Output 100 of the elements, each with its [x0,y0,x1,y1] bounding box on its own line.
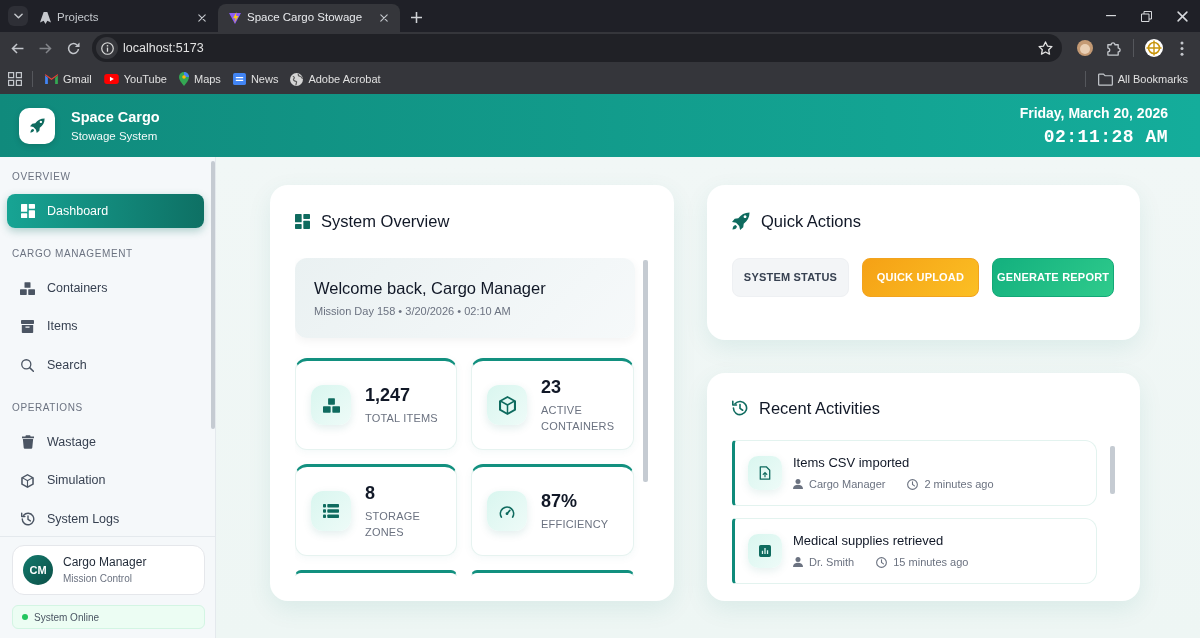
activity-item[interactable]: Items CSV imported Cargo Manager 2 minutes ago [732,440,1097,506]
star-icon[interactable] [1038,41,1053,55]
stat-label: STORAGE ZONES [365,509,421,540]
activity-time: 15 minutes ago [893,555,969,569]
reload-icon[interactable] [66,41,80,55]
rocket-icon [732,212,750,230]
history-icon [732,400,748,416]
user-icon [793,557,803,567]
plus-icon[interactable] [411,12,422,23]
puzzle-icon[interactable] [1105,40,1121,56]
card-title: Quick Actions [761,210,861,232]
play-icon [103,74,119,84]
bookmark-link[interactable]: Maps [178,70,221,88]
stat-label: EFFICIENCY [541,517,609,532]
nav-item[interactable]: Wastage [7,425,204,459]
welcome-title: Welcome back, Cargo Manager [314,278,547,298]
bar-chart-icon [748,534,782,568]
status-text: System Online [34,610,100,625]
user-icon [793,479,803,489]
nav-item[interactable]: System Logs [7,502,204,536]
activity-user: Dr. Smith [809,555,855,569]
nav-item[interactable]: Items [7,309,204,344]
news-icon [232,73,246,85]
user-avatar: CM [23,555,53,585]
bolt-icon [229,12,241,24]
header-clock: 02:11:28 AM [1042,125,1168,148]
more-icon[interactable] [1180,40,1184,56]
nav-item[interactable]: Search [7,348,204,382]
welcome-subtitle: Mission Day 158 • 3/20/2026 • 02:10 AM [314,304,512,318]
stat-value: 87% [541,490,579,512]
peak-icon [40,12,51,24]
activity-time: 2 minutes ago [924,477,994,491]
search-icon [21,358,34,372]
status-dot-icon [22,614,28,620]
nav-item[interactable]: Dashboard [7,194,204,228]
card-title: Recent Activities [759,397,881,419]
gauge-icon [487,491,527,531]
user-name: Cargo Manager [63,555,147,570]
grid-icon [20,204,35,218]
user-card[interactable]: CM Cargo Manager Mission Control [12,545,205,595]
bookmark-link[interactable]: Gmail [45,70,92,88]
bookmark-link[interactable]: Adobe Acrobat [290,70,381,88]
stat-value: 23 [541,376,563,398]
minimize-icon[interactable] [1106,15,1116,17]
scrollbar-thumb[interactable] [211,161,215,429]
grid-icon [295,213,310,229]
stat-value: 8 [365,482,376,504]
activity-item[interactable]: Medical supplies retrieved Dr. Smith 15 minutes ago [732,518,1097,584]
rocket-icon [19,107,55,144]
history-icon [20,512,35,526]
app-title: Space Cargo [71,107,160,126]
card-title: System Overview [321,210,450,232]
info-icon[interactable] [96,37,118,59]
crosshair-icon[interactable] [1145,39,1163,57]
map-pin-icon [178,72,189,86]
activity-user: Cargo Manager [809,477,886,491]
browser-tab[interactable]: Projects [28,4,218,32]
browser-tab[interactable]: Space Cargo Stowage [218,4,400,32]
clock-icon [876,556,888,568]
header-date: Friday, March 20, 2026 [1019,103,1168,122]
cube-icon [21,473,34,488]
close-icon[interactable] [1177,10,1188,22]
close-icon[interactable] [380,14,388,22]
file-arrow-icon [748,456,782,490]
activity-title: Items CSV imported [793,455,911,471]
action-button[interactable]: SYSTEM STATUS [732,258,849,297]
apps-grid-icon[interactable] [8,72,22,86]
cube-icon [487,385,527,425]
trash-icon [21,435,34,449]
nav-item[interactable]: Containers [7,271,204,305]
bookmark-link[interactable]: All Bookmarks [1097,70,1188,88]
back-arrow-icon[interactable] [10,42,24,54]
chevron-down-icon[interactable] [8,6,28,26]
nav-item[interactable]: Simulation [7,463,204,498]
extension-icon[interactable] [1077,40,1093,56]
activity-title: Medical supplies retrieved [793,533,945,549]
stat-label: ACTIVE CONTAINERS [541,403,616,434]
archive-box-icon [21,320,34,333]
close-icon[interactable] [198,14,206,22]
section-heading: OVERVIEW [11,171,72,183]
folder-icon [1097,72,1113,86]
clock-icon [907,478,919,490]
section-heading: CARGO MANAGEMENT [11,248,134,260]
section-heading: OPERATIONS [11,402,84,414]
scrollbar-thumb[interactable] [643,260,648,482]
boxes-icon [311,385,351,425]
scrollbar-thumb[interactable] [1110,446,1115,494]
bookmark-link[interactable]: News [232,70,279,88]
envelope-icon [45,74,58,84]
boxes-icon [20,281,35,295]
app-subtitle: Stowage System [71,128,159,144]
list-icon [311,491,351,531]
stat-label: TOTAL ITEMS [365,411,438,426]
globe-icon [290,72,304,86]
stat-value: 1,247 [365,384,412,406]
restore-icon[interactable] [1141,10,1152,22]
bookmark-link[interactable]: YouTube [103,70,167,88]
forward-arrow-icon[interactable] [38,42,52,54]
user-role: Mission Control [63,572,133,585]
address-bar[interactable]: localhost:5173 [92,34,1062,62]
